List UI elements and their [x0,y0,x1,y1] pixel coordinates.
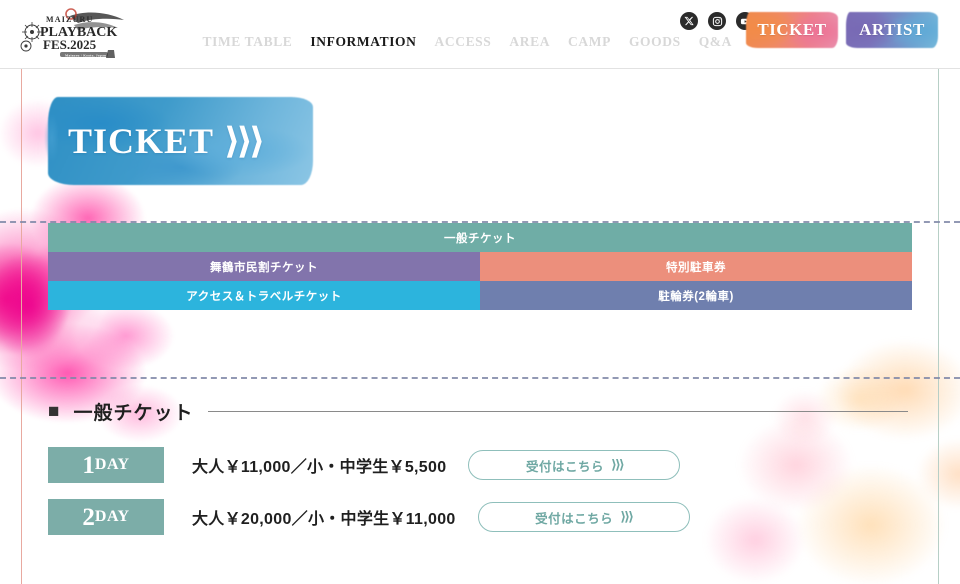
ticket-category-table: 一般チケット 舞鶴市民割チケット 特別駐車券 アクセス＆トラベルチケット 駐輪券… [48,223,912,310]
nav-item-camp[interactable]: CAMP [568,34,611,50]
ticket-row-2day: 2 DAY 大人￥20,000／小・中学生￥11,000 受付はこちら ⟩⟩⟩ [48,499,960,535]
svg-text:MAIZURU: MAIZURU [46,15,94,24]
nav-item-time-table[interactable]: TIME TABLE [203,34,293,50]
page-title-text: TICKET [68,121,215,161]
main-navigation: TIME TABLE INFORMATION ACCESS AREA CAMP … [203,34,733,50]
page-title: TICKET ⟩⟩⟩ [68,121,265,161]
site-header: MAIZURU PLAYBACK FES.2025 Maizuru / Kyot… [0,0,960,69]
section-divider-rule [207,411,908,412]
ticket-row-1day: 1 DAY 大人￥11,000／小・中学生￥5,500 受付はこちら ⟩⟩⟩ [48,447,960,483]
svg-text:FES.2025: FES.2025 [43,37,97,52]
nav-item-information[interactable]: INFORMATION [310,34,416,50]
header-cta-group: TICKET ARTIST [746,12,938,48]
category-row-3: アクセス＆トラベルチケット 駐輪券(2輪車) [48,281,912,310]
logo-mark: MAIZURU PLAYBACK FES.2025 Maizuru / Kyot… [20,8,124,58]
apply-button-1day[interactable]: 受付はこちら ⟩⟩⟩ [468,450,681,480]
category-cell-access-travel-ticket[interactable]: アクセス＆トラベルチケット [48,281,480,310]
chevron-right-icon: ⟩⟩⟩ [224,121,265,161]
category-row-2: 舞鶴市民割チケット 特別駐車券 [48,252,912,281]
day-badge-1day: 1 DAY [48,447,164,483]
nav-item-goods[interactable]: GOODS [629,34,681,50]
nav-item-qa[interactable]: Q&A [699,34,732,50]
artist-cta-label: ARTIST [859,20,925,39]
main-content: TICKET ⟩⟩⟩ 一般チケット 舞鶴市民割チケット 特別駐車券 アクセス＆ト… [0,97,960,535]
apply-button-label: 受付はこちら [525,459,604,474]
chevron-right-icon: ⟩⟩⟩ [620,509,634,524]
ticket-price-list: 1 DAY 大人￥11,000／小・中学生￥5,500 受付はこちら ⟩⟩⟩ 2… [48,447,960,535]
chevron-right-icon: ⟩⟩⟩ [611,457,625,472]
site-logo[interactable]: MAIZURU PLAYBACK FES.2025 Maizuru / Kyot… [12,6,130,62]
category-cell-general-ticket[interactable]: 一般チケット [48,223,912,252]
day-badge-unit: DAY [94,456,130,473]
artist-cta-button[interactable]: ARTIST [846,12,938,48]
category-cell-special-parking-pass[interactable]: 特別駐車券 [480,252,912,281]
section-marker-icon: ■ [48,401,60,422]
ticket-price-2day: 大人￥20,000／小・中学生￥11,000 [192,511,456,528]
ticket-cta-button[interactable]: TICKET [746,12,838,48]
ticket-price-1day: 大人￥11,000／小・中学生￥5,500 [192,459,447,476]
section-title: 一般チケット [73,403,194,424]
category-cell-bicycle-parking-pass[interactable]: 駐輪券(2輪車) [480,281,912,310]
day-badge-number: 2 [82,503,95,531]
day-badge-2day: 2 DAY [48,499,164,535]
category-cell-maizuru-resident-discount[interactable]: 舞鶴市民割チケット [48,252,480,281]
day-badge-number: 1 [82,451,95,479]
nav-item-access[interactable]: ACCESS [435,34,492,50]
x-twitter-icon[interactable] [680,12,698,30]
apply-button-2day[interactable]: 受付はこちら ⟩⟩⟩ [477,502,690,532]
instagram-icon[interactable] [708,12,726,30]
page-title-banner: TICKET ⟩⟩⟩ [42,97,313,185]
day-badge-unit: DAY [94,508,130,525]
apply-button-label: 受付はこちら [535,511,614,526]
nav-item-area[interactable]: AREA [509,34,550,50]
category-row-1: 一般チケット [48,223,912,252]
social-links [680,12,754,30]
section-heading-general-ticket: ■ 一般チケット [48,398,908,425]
svg-text:Maizuru / Kyoto, Japan: Maizuru / Kyoto, Japan [65,54,106,58]
ticket-cta-label: TICKET [757,20,827,39]
